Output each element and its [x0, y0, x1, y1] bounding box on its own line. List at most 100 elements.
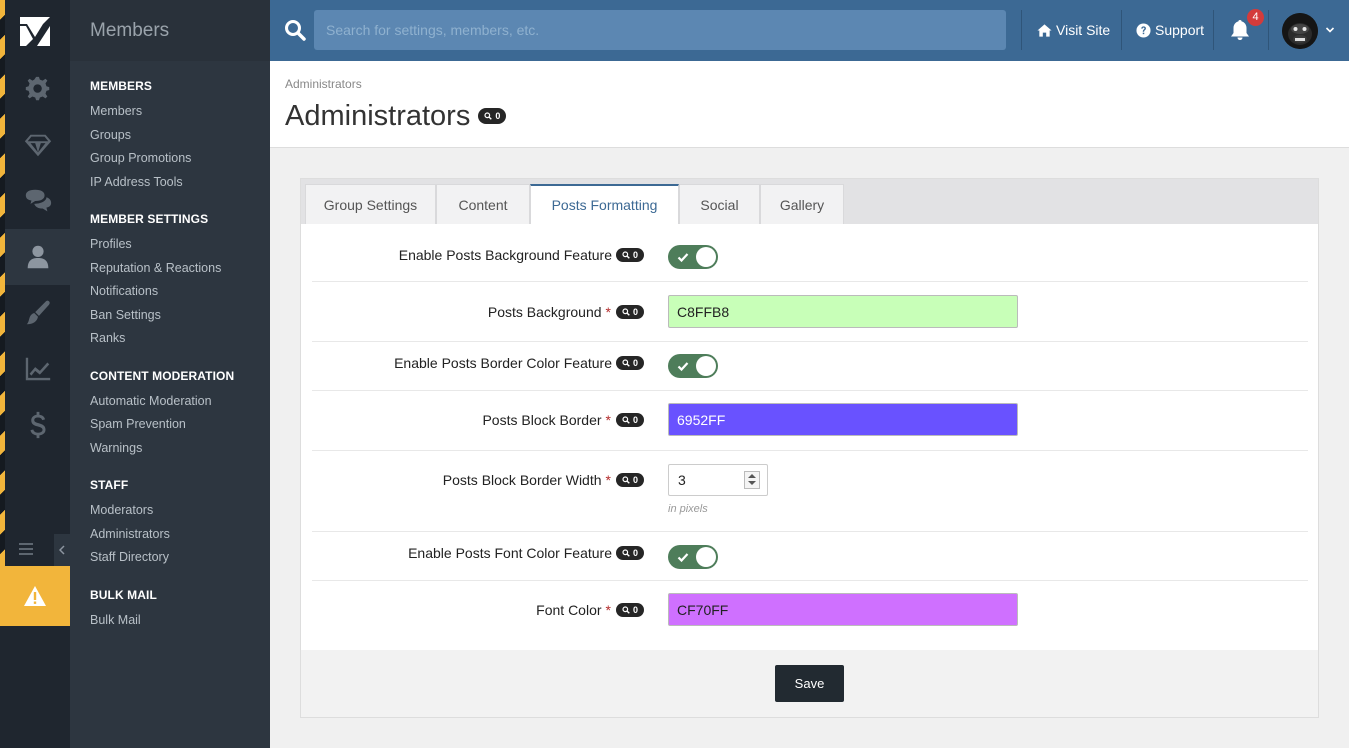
- tab-gallery[interactable]: Gallery: [760, 184, 844, 224]
- font-color-input[interactable]: [668, 593, 1018, 626]
- rail-item-community[interactable]: [5, 173, 70, 229]
- translation-badge[interactable]: 0: [615, 356, 644, 370]
- sidebar-section-title: Staff: [90, 478, 129, 492]
- support-link[interactable]: Support: [1136, 0, 1204, 61]
- check-icon: [677, 362, 689, 372]
- sidebar-item-administrators[interactable]: Administrators: [90, 523, 270, 547]
- sidebar-section-members: Members Members Groups Group Promotions …: [70, 79, 270, 194]
- sidebar-item-group-promotions[interactable]: Group Promotions: [90, 147, 270, 171]
- header-divider: [1213, 10, 1214, 50]
- tab-social[interactable]: Social: [679, 184, 760, 224]
- stepper-up-icon[interactable]: [748, 474, 756, 478]
- search-icon: [622, 251, 630, 259]
- rail-item-members[interactable]: [5, 229, 70, 285]
- rail-footer: [5, 534, 70, 566]
- form-label: Posts Block Border Width * 0: [443, 472, 644, 488]
- form-label-text: Posts Background: [487, 304, 602, 320]
- header-divider: [1121, 10, 1122, 50]
- enable-border-toggle[interactable]: [668, 354, 718, 378]
- user-icon: [27, 245, 48, 269]
- header-divider: [1021, 10, 1022, 50]
- search-icon: [622, 476, 630, 484]
- translation-badge-count: 0: [632, 415, 638, 425]
- collapse-sidebar-button[interactable]: [54, 534, 70, 566]
- chevron-down-icon[interactable]: [1325, 22, 1335, 38]
- required-marker: *: [605, 472, 611, 488]
- form-label: Enable Posts Border Color Feature 0: [394, 355, 644, 371]
- header-divider: [1268, 10, 1269, 50]
- breadcrumb[interactable]: Administrators: [285, 77, 362, 91]
- posts-bg-color-input[interactable]: [668, 295, 1018, 328]
- check-icon: [677, 253, 689, 263]
- top-header: Visit Site Support 4: [270, 0, 1349, 61]
- enable-font-toggle[interactable]: [668, 545, 718, 569]
- form-label-text: Enable Posts Font Color Feature: [408, 545, 612, 561]
- number-stepper[interactable]: [744, 471, 760, 489]
- sidebar-item-ranks[interactable]: Ranks: [90, 327, 270, 351]
- rail-item-marketplace[interactable]: [5, 117, 70, 173]
- enable-bg-toggle[interactable]: [668, 245, 718, 269]
- sidebar-item-members[interactable]: Members: [90, 100, 270, 124]
- form-label: Font Color * 0: [536, 602, 644, 618]
- form-row-border-width: Posts Block Border Width * 0 in pixels: [312, 451, 1308, 532]
- sidebar-item-warnings[interactable]: Warnings: [90, 437, 270, 461]
- translation-badge-count: 0: [632, 475, 638, 485]
- menu-icon[interactable]: [19, 543, 33, 555]
- support-label: Support: [1155, 22, 1205, 38]
- sidebar-item-staff-directory[interactable]: Staff Directory: [90, 546, 270, 570]
- sidebar-item-reputation[interactable]: Reputation & Reactions: [90, 257, 270, 281]
- visit-site-link[interactable]: Visit Site: [1037, 0, 1110, 61]
- tab-posts-formatting[interactable]: Posts Formatting: [530, 184, 679, 224]
- rail-item-customization[interactable]: [5, 285, 70, 341]
- required-marker: *: [605, 602, 611, 618]
- stepper-down-icon[interactable]: [748, 481, 756, 485]
- required-marker: *: [605, 412, 611, 428]
- sidebar-item-automatic-moderation[interactable]: Automatic Moderation: [90, 390, 270, 414]
- search-icon: [622, 359, 630, 367]
- notification-count-badge: 4: [1247, 9, 1264, 26]
- sidebar-item-groups[interactable]: Groups: [90, 124, 270, 148]
- translation-badge[interactable]: 0: [615, 546, 644, 560]
- sidebar-item-notifications[interactable]: Notifications: [90, 280, 270, 304]
- warning-button[interactable]: [0, 566, 70, 626]
- form-row-font-color: Font Color * 0: [312, 581, 1308, 650]
- sidebar-item-ban-settings[interactable]: Ban Settings: [90, 304, 270, 328]
- save-button[interactable]: Save: [775, 665, 844, 702]
- search-input[interactable]: [314, 10, 1006, 50]
- translation-badge[interactable]: 0: [478, 108, 507, 124]
- translation-badge[interactable]: 0: [615, 473, 644, 487]
- form-label-text: Enable Posts Border Color Feature: [394, 355, 612, 371]
- form-row-enable-bg: Enable Posts Background Feature 0: [312, 235, 1308, 282]
- sidebar-item-moderators[interactable]: Moderators: [90, 499, 270, 523]
- form-row-enable-border: Enable Posts Border Color Feature 0: [312, 342, 1308, 391]
- translation-badge[interactable]: 0: [615, 305, 644, 319]
- form-label-text: Posts Block Border: [482, 412, 602, 428]
- translation-badge-count: 0: [632, 307, 638, 317]
- avatar[interactable]: [1282, 13, 1318, 49]
- block-border-color-input[interactable]: [668, 403, 1018, 436]
- sidebar-item-bulk-mail[interactable]: Bulk Mail: [90, 609, 270, 633]
- chevron-left-icon: [59, 545, 65, 555]
- search-icon: [484, 112, 493, 120]
- rail-item-stats[interactable]: [5, 341, 70, 397]
- form-label-text: Font Color: [536, 602, 602, 618]
- translation-badge-count: 0: [632, 358, 638, 368]
- translation-badge[interactable]: 0: [615, 413, 644, 427]
- sidebar-item-ip-address-tools[interactable]: IP Address Tools: [90, 171, 270, 195]
- logo-icon[interactable]: [0, 0, 70, 61]
- question-circle-icon: [1136, 23, 1151, 38]
- rail-item-commerce[interactable]: [5, 397, 70, 453]
- tab-group-settings[interactable]: Group Settings: [305, 184, 436, 224]
- sidebar-item-spam-prevention[interactable]: Spam Prevention: [90, 413, 270, 437]
- translation-badge[interactable]: 0: [615, 248, 644, 262]
- translation-badge[interactable]: 0: [615, 603, 644, 617]
- tab-content[interactable]: Content: [436, 184, 530, 224]
- search-icon[interactable]: [284, 19, 306, 41]
- warning-icon: [24, 586, 46, 606]
- search-icon: [622, 308, 630, 316]
- form-row-enable-font: Enable Posts Font Color Feature 0: [312, 532, 1308, 581]
- sidebar-item-profiles[interactable]: Profiles: [90, 233, 270, 257]
- toggle-knob: [696, 247, 716, 267]
- help-text: in pixels: [668, 503, 708, 515]
- rail-item-system[interactable]: [5, 61, 70, 117]
